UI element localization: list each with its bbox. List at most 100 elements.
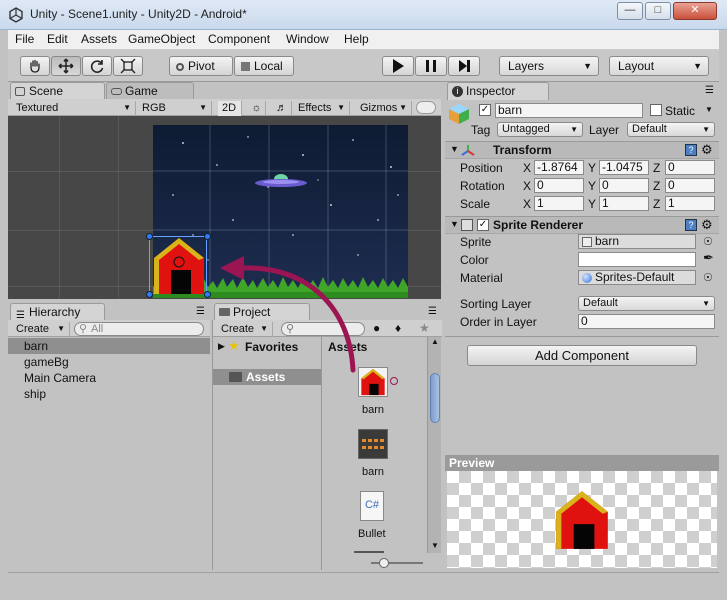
rotation-x-input[interactable]: 0 <box>534 178 584 193</box>
hierarchy-item-gamebg[interactable]: gameBg <box>24 355 69 369</box>
project-scrollbar[interactable]: ▲ ▼ <box>427 337 441 553</box>
scene-lighting-toggle[interactable]: ☼ <box>244 101 266 116</box>
tab-hierarchy[interactable]: ☰ Hierarchy <box>10 303 105 321</box>
pause-button[interactable] <box>415 56 447 76</box>
transform-handle-top-left[interactable] <box>146 233 153 240</box>
axis-z-label: Z <box>653 161 661 175</box>
barn-sprite[interactable] <box>151 236 207 296</box>
foldout-arrow-icon[interactable]: ▼ <box>450 144 459 154</box>
menu-component[interactable]: Component <box>208 32 270 46</box>
menu-assets[interactable]: Assets <box>81 32 117 46</box>
position-y-input[interactable]: -1.0475 <box>599 160 649 175</box>
move-tool-button[interactable] <box>51 56 81 76</box>
chevron-down-icon: ▼ <box>57 324 65 333</box>
rotation-y-input[interactable]: 0 <box>599 178 649 193</box>
eyedropper-icon[interactable]: ✒ <box>703 250 714 266</box>
gear-icon[interactable]: ⚙ <box>701 142 713 158</box>
help-book-icon[interactable]: ? <box>685 219 697 231</box>
sorting-layer-dropdown[interactable]: Default ▼ <box>578 296 715 311</box>
scene-search-field[interactable] <box>416 101 436 114</box>
layer-dropdown[interactable]: Default ▼ <box>627 122 715 137</box>
layout-dropdown[interactable]: Layout ▼ <box>609 56 709 76</box>
tab-game[interactable]: Game <box>106 82 194 100</box>
ufo-ship-sprite[interactable] <box>253 172 309 192</box>
menu-gameobject[interactable]: GameObject <box>128 32 195 46</box>
hierarchy-create-dropdown[interactable]: Create ▼ <box>12 322 70 337</box>
transform-header[interactable]: ▼ Transform ? ⚙ <box>445 141 719 159</box>
position-x-input[interactable]: -1.8764 <box>534 160 584 175</box>
object-name-input[interactable]: barn <box>495 103 643 118</box>
scrollbar-thumb[interactable] <box>430 373 440 423</box>
panel-menu-icon[interactable]: ☰ <box>428 306 437 317</box>
rotation-x-value: 0 <box>537 178 544 192</box>
transform-handle-top-right[interactable] <box>204 233 211 240</box>
color-mode-dropdown[interactable]: RGB ▼ <box>138 101 212 116</box>
speaker-icon: ♬ <box>276 102 287 114</box>
asset-barn-sprite[interactable]: barn <box>354 429 396 485</box>
scale-y-input[interactable]: 1 <box>599 196 649 211</box>
scroll-down-icon[interactable]: ▼ <box>431 541 439 550</box>
static-checkbox[interactable] <box>650 104 662 116</box>
asset-label: barn <box>362 404 385 416</box>
scale-x-input[interactable]: 1 <box>534 196 584 211</box>
sprite-renderer-header[interactable]: ▼ ✓ Sprite Renderer ? ⚙ <box>445 216 719 234</box>
layers-dropdown[interactable]: Layers ▼ <box>499 56 599 76</box>
position-z-input[interactable]: 0 <box>665 160 715 175</box>
rotate-tool-button[interactable] <box>82 56 112 76</box>
unity-logo-icon <box>9 7 23 23</box>
menu-help[interactable]: Help <box>344 32 369 46</box>
csharp-script-icon: C# <box>360 491 384 521</box>
tab-scene[interactable]: Scene <box>10 82 105 100</box>
order-in-layer-input[interactable]: 0 <box>578 314 715 329</box>
chevron-down-icon[interactable]: ▼ <box>705 105 713 114</box>
minimize-button[interactable]: — <box>617 2 643 20</box>
2d-mode-toggle[interactable]: 2D <box>218 101 242 116</box>
object-picker-icon[interactable]: ☉ <box>703 271 713 284</box>
sprite-object-field[interactable]: barn <box>578 234 696 249</box>
sun-icon: ☼ <box>251 102 262 114</box>
render-mode-dropdown[interactable]: Textured ▼ <box>12 101 136 116</box>
drag-arrow-annotation <box>220 256 356 373</box>
step-button[interactable] <box>448 56 480 76</box>
active-checkbox[interactable]: ✓ <box>479 104 491 116</box>
gizmos-dropdown[interactable]: Gizmos ▼ <box>356 101 412 116</box>
favorite-star-icon[interactable]: ★ <box>419 321 430 335</box>
play-button[interactable] <box>382 56 414 76</box>
help-book-icon[interactable]: ? <box>685 144 697 156</box>
preview-checkerboard[interactable] <box>447 471 717 568</box>
effects-dropdown[interactable]: Effects ▼ <box>294 101 350 116</box>
menu-file[interactable]: File <box>15 32 34 46</box>
scene-audio-toggle[interactable]: ♬ <box>268 101 292 116</box>
menu-edit[interactable]: Edit <box>47 32 68 46</box>
scale-z-input[interactable]: 1 <box>665 196 715 211</box>
pivot-toggle-button[interactable]: Pivot <box>169 56 233 76</box>
hierarchy-search-input[interactable]: ⚲ All <box>74 322 204 336</box>
rotation-z-value: 0 <box>668 178 675 192</box>
add-component-button[interactable]: Add Component <box>467 345 697 366</box>
gear-icon[interactable]: ⚙ <box>701 217 713 233</box>
color-swatch-field[interactable] <box>578 252 696 267</box>
scroll-up-icon[interactable]: ▲ <box>431 337 439 346</box>
tab-inspector[interactable]: i Inspector <box>447 82 549 100</box>
panel-menu-icon[interactable]: ☰ <box>705 85 714 96</box>
material-object-field[interactable]: Sprites-Default <box>578 270 696 285</box>
object-picker-icon[interactable]: ☉ <box>703 235 713 248</box>
close-button[interactable]: ✕ <box>673 2 717 20</box>
hierarchy-item-barn[interactable]: barn <box>24 339 48 353</box>
hierarchy-item-ship[interactable]: ship <box>24 387 46 401</box>
local-toggle-button[interactable]: Local <box>234 56 294 76</box>
hierarchy-item-main-camera[interactable]: Main Camera <box>24 371 96 385</box>
rotation-z-input[interactable]: 0 <box>665 178 715 193</box>
asset-size-slider[interactable] <box>371 558 423 568</box>
maximize-button[interactable]: □ <box>645 2 671 20</box>
axis-y-label: Y <box>588 161 597 175</box>
tag-dropdown[interactable]: Untagged ▼ <box>497 122 583 137</box>
menu-window[interactable]: Window <box>286 32 329 46</box>
scale-tool-button[interactable] <box>113 56 143 76</box>
slider-thumb[interactable] <box>379 558 389 568</box>
asset-bullet-script[interactable]: C# Bullet <box>354 491 404 547</box>
sprite-renderer-enabled-checkbox[interactable]: ✓ <box>477 219 489 231</box>
transform-handle-bottom-left[interactable] <box>146 291 153 298</box>
hand-tool-button[interactable] <box>20 56 50 76</box>
foldout-arrow-icon[interactable]: ▼ <box>450 219 459 229</box>
